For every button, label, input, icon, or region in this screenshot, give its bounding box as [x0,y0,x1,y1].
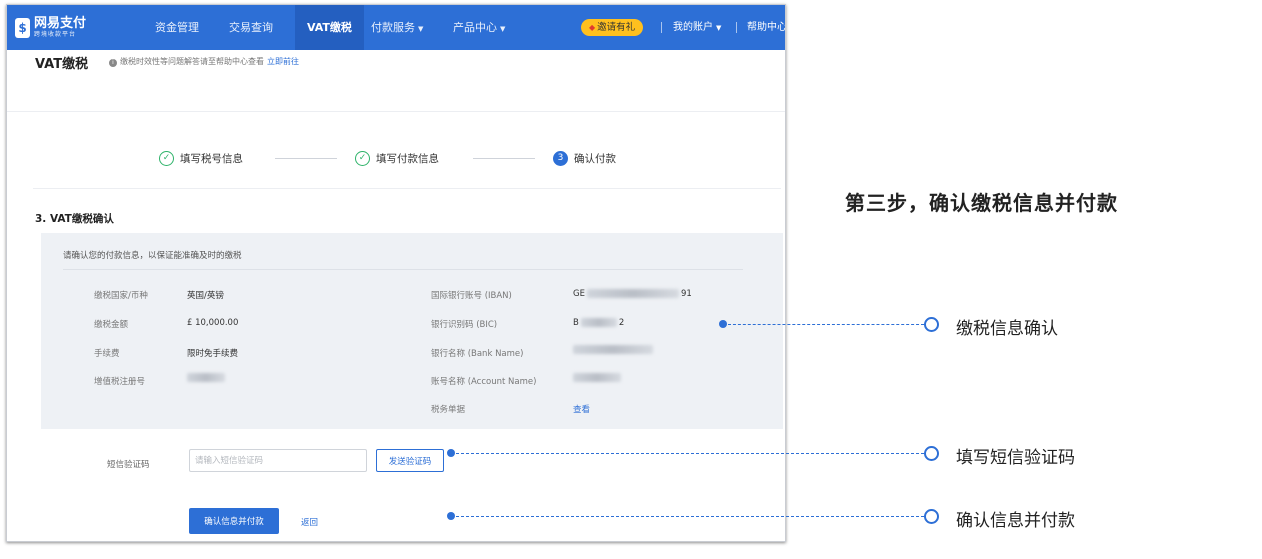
top-navigation-bar: $ 网易支付 跨境收款平台 资金管理 交易查询 VAT缴税 付款服务 ▼ 产品中心… [7,5,785,50]
tax-amount-label: 缴税金额 [94,320,129,330]
redacted-value [573,345,653,354]
redacted-value [580,318,617,327]
iban-suffix: 91 [680,289,692,299]
nav-item-label: 付款服务 [371,21,415,34]
gift-icon: ◆ [589,23,596,32]
fee-value: 限时免手续费 [187,349,239,359]
divider [63,269,743,270]
callout-dashed-line [728,324,924,325]
step-1: ✓ 填写税号信息 [159,148,243,168]
chevron-down-icon: ▼ [716,24,722,32]
callout-title: 第三步，确认缴税信息并付款 [845,191,1118,215]
iban-label: 国际银行账号 (IBAN) [431,291,512,301]
redacted-value [586,289,679,298]
invite-label: 邀请有礼 [597,22,636,33]
callout-label: 填写短信验证码 [956,448,1075,468]
callout-ring-icon [924,446,939,461]
send-code-button[interactable]: 发送验证码 [376,449,444,472]
step-label: 填写付款信息 [376,152,439,165]
tax-amount-value: £ 10,000.00 [187,318,239,328]
tax-country-label: 缴税国家/币种 [94,291,148,301]
invite-button[interactable]: ◆ 邀请有礼 [581,19,644,36]
bic-prefix: B [573,318,579,328]
nav-item-fund-management[interactable]: 资金管理 [155,5,199,50]
tax-country-value: 英国/英镑 [187,291,224,301]
nav-item-vat-tax[interactable]: VAT缴税 [295,5,364,50]
page-title: VAT缴税 [35,57,89,72]
step-connector [473,158,535,159]
bank-name-value [573,345,653,355]
tip-text: 缴税时效性等问题解答请至帮助中心查看 [120,57,264,66]
callout-label: 确认信息并付款 [956,511,1075,531]
info-icon: i [109,59,117,67]
bic-label: 银行识别码 (BIC) [431,320,498,330]
callout-dashed-line [456,516,924,517]
bank-name-label: 银行名称 (Bank Name) [431,349,524,359]
account-name-value [573,373,621,383]
callout-dashed-line [456,453,924,454]
help-center-link[interactable]: 帮助中心 [747,5,785,50]
bic-value: B2 [573,318,624,328]
iban-prefix: GE [573,289,585,299]
logo-name: 网易支付 [34,16,87,31]
page-tip: i 缴税时效性等问题解答请至帮助中心查看 立即前往 [109,56,299,67]
iban-value: GE 91 [573,289,692,299]
chevron-down-icon: ▼ [418,25,424,33]
chevron-down-icon: ▼ [500,25,506,33]
check-circle-icon: ✓ [159,150,174,166]
callout-dot [447,512,455,520]
screenshot-frame: $ 网易支付 跨境收款平台 资金管理 交易查询 VAT缴税 付款服务 ▼ 产品中心… [6,4,786,542]
callout-ring-icon [924,317,939,332]
account-name-label: 账号名称 (Account Name) [431,377,537,387]
panel-note: 请确认您的付款信息，以保证能准确及时的缴税 [63,251,242,261]
sms-code-input[interactable] [189,449,367,472]
confirm-info-panel [41,233,783,429]
step-number: 3 [553,150,568,166]
callout-label: 缴税信息确认 [956,319,1058,339]
callout-dot [447,449,455,457]
nav-item-label: 产品中心 [453,21,497,34]
nav-divider [661,22,662,33]
step-label: 填写税号信息 [180,152,243,165]
check-circle-icon: ✓ [355,150,370,166]
redacted-value [187,373,225,382]
step-label: 确认付款 [574,152,616,165]
wallet-logo-icon: $ [15,18,30,38]
redacted-value [573,373,621,382]
vat-number-value [187,373,225,383]
step-3: 3 确认付款 [553,148,616,168]
fee-label: 手续费 [94,349,120,359]
account-label: 我的账户 [673,22,713,33]
logo-subtitle: 跨境收款平台 [34,31,77,38]
section-title: 3. VAT缴税确认 [35,213,114,225]
back-link[interactable]: 返回 [301,516,318,528]
nav-divider [736,22,737,33]
callout-dot [719,320,727,328]
bic-suffix: 2 [618,318,625,328]
brand-logo[interactable]: $ 网易支付 跨境收款平台 [15,14,86,42]
step-2: ✓ 填写付款信息 [355,148,439,168]
nav-item-product-center[interactable]: 产品中心 ▼ [453,5,505,50]
help-link[interactable]: 立即前往 [267,57,299,66]
view-tax-document-link[interactable]: 查看 [573,403,590,415]
sms-code-label: 短信验证码 [107,460,150,470]
step-connector [275,158,337,159]
confirm-and-pay-button[interactable]: 确认信息并付款 [189,508,279,534]
vat-number-label: 增值税注册号 [94,377,146,387]
tax-document-label: 税务单据 [431,405,466,415]
account-menu[interactable]: 我的账户 ▼ [673,5,721,50]
divider [33,188,781,189]
nav-item-transaction-query[interactable]: 交易查询 [229,5,273,50]
nav-item-payment-service[interactable]: 付款服务 ▼ [371,5,423,50]
callout-ring-icon [924,509,939,524]
